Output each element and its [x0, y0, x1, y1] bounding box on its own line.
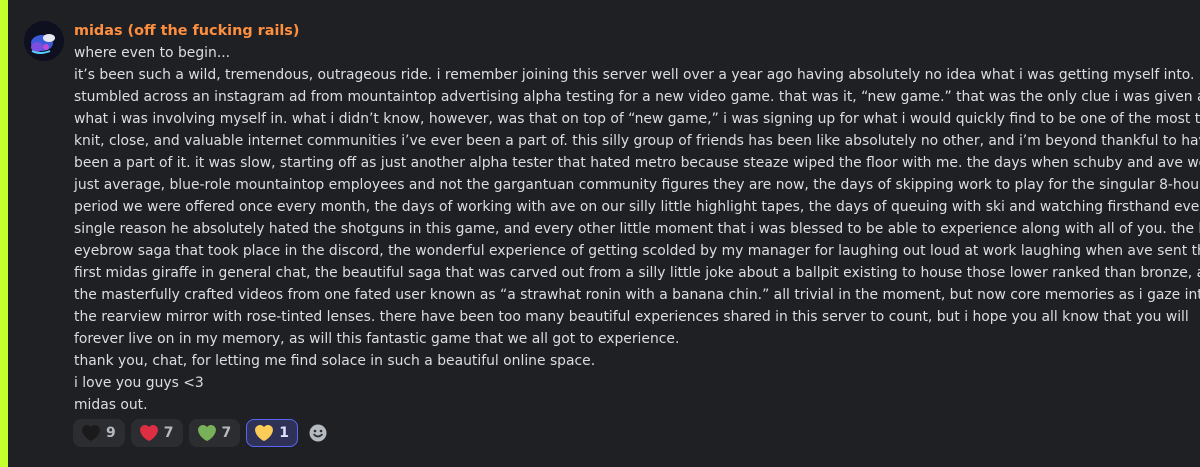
red-heart-icon: [139, 424, 158, 442]
add-reaction-icon: [309, 424, 327, 442]
reaction-count: 7: [163, 425, 174, 441]
message-line: i love you guys <3: [74, 375, 204, 391]
message-line: thank you, chat, for letting me find sol…: [74, 353, 596, 369]
message-line: midas out.: [74, 397, 148, 413]
message-line: the masterfully crafted videos from one …: [74, 287, 1200, 303]
green-heart-icon: [197, 424, 216, 442]
username[interactable]: midas (off the fucking rails): [74, 20, 1190, 42]
reaction-yellow-heart[interactable]: 1: [246, 419, 298, 447]
black-heart-icon: [82, 424, 100, 442]
message-line: single reason he absolutely hated the sh…: [74, 221, 1200, 237]
reaction-count: 1: [279, 425, 289, 441]
yellow-heart-icon: [255, 424, 274, 442]
add-reaction-button[interactable]: [304, 419, 332, 447]
reaction-green-heart[interactable]: 7: [188, 419, 241, 447]
message-line: eyebrow saga that took place in the disc…: [74, 243, 1200, 259]
reaction-red-heart[interactable]: 7: [130, 419, 183, 447]
reaction-count: 7: [221, 425, 232, 441]
accent-bar: [0, 0, 8, 467]
reaction-count: 9: [106, 425, 116, 441]
message-line: what i was involving myself in. what i d…: [74, 111, 1200, 127]
chat-message: midas (off the fucking rails) where even…: [74, 20, 1200, 416]
message-line: just average, blue-role mountaintop empl…: [74, 177, 1200, 193]
message-line: where even to begin...: [74, 45, 231, 61]
reaction-black-heart[interactable]: 9: [73, 419, 125, 447]
message-line: period we were offered once every month,…: [74, 199, 1200, 215]
message-line: forever live on in my memory, as will th…: [74, 331, 680, 347]
message-body: where even to begin... it’s been such a w…: [74, 42, 1200, 416]
message-line: been a part of it. it was slow, starting…: [74, 155, 1200, 171]
message-line: first midas giraffe in general chat, the…: [74, 265, 1200, 281]
message-line: knit, close, and valuable internet commu…: [74, 133, 1200, 149]
avatar-image: [24, 21, 64, 61]
reaction-bar: 9 7 7 1: [73, 419, 332, 447]
message-line: stumbled across an instagram ad from mou…: [74, 89, 1200, 105]
message-line: the rearview mirror with rose-tinted len…: [74, 309, 1189, 325]
avatar[interactable]: [24, 21, 64, 61]
message-line: it’s been such a wild, tremendous, outra…: [74, 67, 1200, 83]
